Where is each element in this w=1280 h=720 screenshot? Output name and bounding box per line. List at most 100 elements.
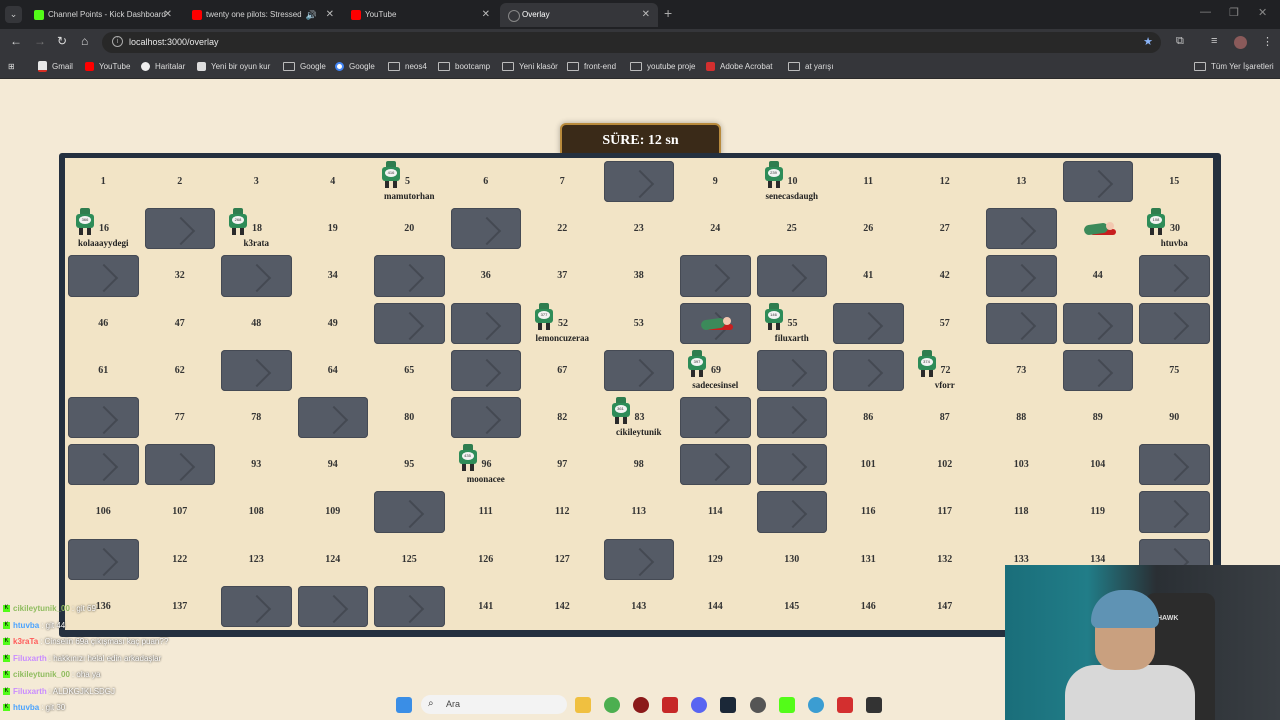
close-window-icon[interactable]: ✕ (1258, 6, 1267, 19)
profile-avatar[interactable] (1234, 36, 1247, 49)
blocked-tile (1139, 255, 1210, 297)
menu-kebab-icon[interactable]: ⋮ (1262, 35, 1273, 48)
board-cell-blocked (677, 252, 754, 299)
taskbar-search[interactable]: ⌕ Ara (421, 695, 567, 714)
player-head (539, 302, 549, 309)
forward-icon[interactable]: → (34, 34, 46, 48)
file-explorer-icon[interactable] (575, 697, 591, 713)
fallen-head (1105, 222, 1114, 231)
bookmark-all[interactable]: Tüm Yer İşaretleri (1194, 56, 1274, 78)
steam-icon[interactable] (720, 697, 736, 713)
player-name: mamutorhan (383, 191, 435, 201)
board-cell: 49 (295, 300, 372, 347)
chevron-right-icon (395, 594, 425, 623)
new-tab-button[interactable]: + (664, 5, 672, 21)
board-cell: 127 (524, 536, 601, 583)
reload-icon[interactable]: ↻ (57, 34, 67, 48)
bookmark-haritalar[interactable]: Haritalar (141, 56, 185, 78)
address-bar[interactable]: i localhost:3000/overlay ★ (102, 32, 1161, 53)
maximize-icon[interactable]: ❐ (1229, 6, 1239, 19)
terminal-icon[interactable] (866, 697, 882, 713)
valorant-icon[interactable] (662, 697, 678, 713)
tab-search-menu-icon[interactable]: ⌄ (5, 6, 22, 23)
cell-number: 98 (633, 459, 644, 471)
windows-start-icon[interactable] (396, 697, 412, 713)
bookmark-folder-youtube-proje[interactable]: youtube proje (630, 56, 695, 78)
tab-twenty-one-pilots[interactable]: twenty one pilots: Stressed 🔊 ✕ (184, 3, 342, 27)
cell-number: 93 (251, 459, 262, 471)
cell-number: 108 (248, 506, 264, 518)
apps-grid-icon[interactable]: ⊞ (8, 56, 15, 78)
board-cell: 132 (907, 536, 984, 583)
close-icon[interactable]: ✕ (164, 3, 172, 27)
board-cell-blocked (1136, 488, 1213, 535)
bookmark-label: Yeni klasör (519, 62, 558, 71)
chevron-right-icon (319, 594, 348, 623)
cell-number: 143 (631, 600, 647, 612)
bookmark-yeni-oyun[interactable]: Yeni bir oyun kur (197, 56, 270, 78)
chevron-right-icon (625, 358, 654, 387)
cell-number: 125 (401, 553, 417, 565)
bookmark-google[interactable]: Google (335, 56, 375, 78)
bookmark-youtube[interactable]: YouTube (85, 56, 130, 78)
app-icon[interactable] (633, 697, 649, 713)
kick-badge-icon: K (3, 638, 10, 646)
board-cell-blocked (371, 300, 448, 347)
chevron-right-icon (166, 217, 195, 246)
bookmark-gmail[interactable]: Gmail (38, 56, 73, 78)
player-legs (614, 417, 627, 424)
kick-badge-icon: K (3, 671, 10, 679)
player-legs (767, 181, 780, 188)
cell-number: 104 (1090, 459, 1106, 471)
maps-pin-icon[interactable] (837, 697, 853, 713)
player-figure: 146 (763, 302, 785, 331)
chevron-right-icon (166, 453, 195, 482)
obs-icon[interactable] (750, 697, 766, 713)
minimize-icon[interactable]: — (1200, 6, 1211, 18)
bookmark-folder-at-yarisi[interactable]: at yarışı (788, 56, 833, 78)
eliminated-player (700, 316, 733, 331)
close-icon[interactable]: ✕ (326, 3, 334, 27)
board-cell: 61 (65, 347, 142, 394)
cell-number: 127 (554, 553, 570, 565)
media-control-icon[interactable]: ≡ (1211, 35, 1217, 47)
speaker-icon[interactable]: 🔊 (306, 3, 317, 27)
bookmarks-bar: ⊞ Gmail YouTube Haritalar Yeni bir oyun … (0, 56, 1280, 79)
board-cell: 103 (983, 441, 1060, 488)
tab-youtube[interactable]: YouTube ✕ (343, 3, 498, 27)
youtube-icon (85, 62, 94, 72)
chrome-icon[interactable] (604, 697, 620, 713)
bookmark-star-icon[interactable]: ★ (1143, 35, 1153, 48)
board-cell: 107 (142, 488, 219, 535)
bookmark-folder-yeni-klasor[interactable]: Yeni klasör (502, 56, 558, 78)
close-icon[interactable]: ✕ (642, 3, 650, 27)
tab-overlay[interactable]: Overlay ✕ (500, 3, 658, 27)
kick-icon[interactable] (779, 697, 795, 713)
discord-icon[interactable] (691, 697, 707, 713)
player-figure: 397 (686, 349, 708, 378)
cell-number: 107 (172, 506, 188, 518)
chevron-right-icon (625, 169, 654, 199)
blocked-tile (986, 255, 1057, 297)
board-cell-blocked (218, 252, 295, 299)
bookmark-folder-bootcamp[interactable]: bootcamp (438, 56, 490, 78)
home-icon[interactable]: ⌂ (81, 34, 88, 48)
bookmark-folder-front-end[interactable]: front-end (567, 56, 616, 78)
tab-kick-dashboard[interactable]: Channel Points - Kick Dashboard ✕ (26, 3, 180, 27)
player-figure: 377 (533, 302, 555, 331)
board-cell-blocked (601, 536, 678, 583)
close-icon[interactable]: ✕ (482, 3, 490, 27)
bookmark-folder-google[interactable]: Google (283, 56, 326, 78)
bookmark-folder-neos4[interactable]: neos4 (388, 56, 427, 78)
board-cell: 114 (677, 488, 754, 535)
back-icon[interactable]: ← (10, 34, 22, 48)
bookmark-adobe[interactable]: Adobe Acrobat (706, 56, 772, 78)
extensions-icon[interactable]: ⧉ (1176, 35, 1184, 48)
site-info-icon[interactable]: i (112, 36, 123, 47)
edge-icon[interactable] (808, 697, 824, 713)
board-cell-blocked (142, 441, 219, 488)
cell-number: 7 (559, 176, 565, 187)
cell-number: 38 (633, 270, 644, 282)
board-cell: 3 (218, 158, 295, 205)
blocked-tile (603, 161, 674, 203)
